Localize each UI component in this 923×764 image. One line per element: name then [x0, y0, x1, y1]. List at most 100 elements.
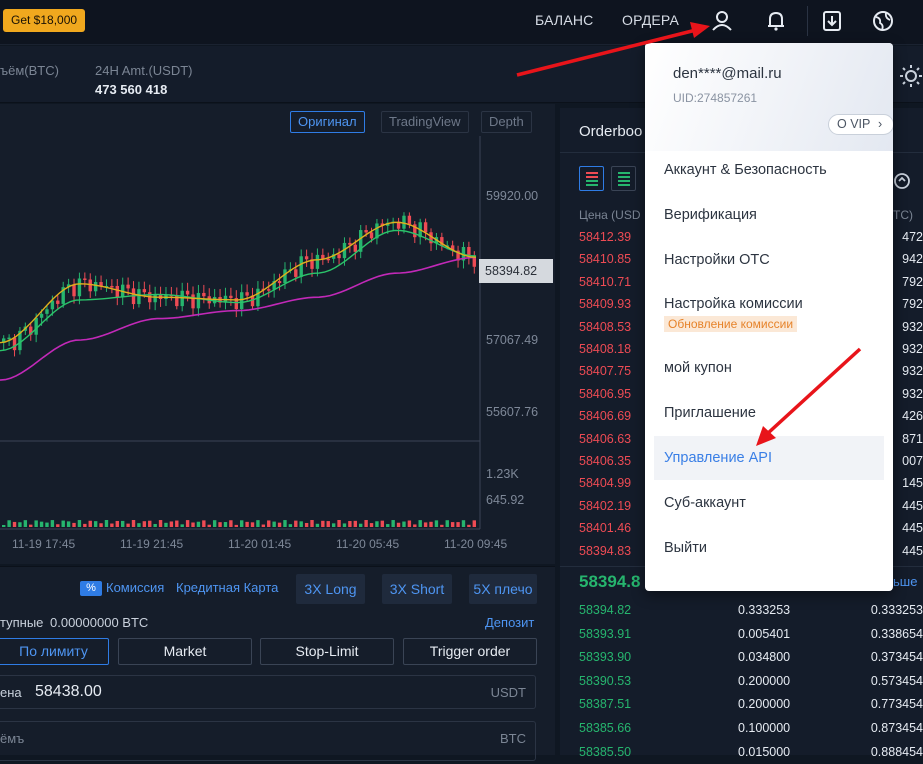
vip-badge[interactable]: O VIP ›	[828, 114, 893, 135]
candle-body	[56, 300, 60, 304]
volume-bar	[386, 524, 390, 527]
candle-body	[83, 278, 87, 280]
orderbook-bid-row[interactable]: 58385.50 0.015000 0.888454	[560, 742, 923, 764]
commission-link[interactable]: Комиссия	[106, 580, 164, 595]
available-value: 0.00000000 BTC	[50, 615, 149, 630]
percent-icon: %	[80, 581, 102, 596]
volume-bar	[18, 522, 22, 527]
deposit-link[interactable]: Депозит	[485, 615, 534, 630]
menu-item-invitation[interactable]: Приглашение	[654, 391, 884, 435]
ask-price: 58394.83	[579, 543, 632, 558]
orderbook-more-link[interactable]: ьше	[893, 574, 917, 589]
price-axis-tick: 59920.00	[486, 189, 539, 203]
volume-bar	[429, 521, 433, 527]
order-type-stop-limit-button[interactable]: Stop-Limit	[260, 638, 394, 665]
volume-bar	[142, 521, 147, 527]
ask-price: 58409.93	[579, 297, 632, 312]
candle-body	[12, 337, 17, 351]
menu-item-otc-settings[interactable]: Настройки ОТС	[654, 238, 884, 282]
volume-bar	[315, 523, 320, 527]
orderbook-view-bids-icon[interactable]	[611, 166, 636, 191]
volume-bar	[250, 522, 255, 527]
volume-bar	[202, 520, 206, 527]
orderbook-view-both-icon[interactable]	[579, 166, 604, 191]
ask-price: 58401.46	[579, 521, 632, 536]
bid-amount: 0.333253	[738, 603, 791, 617]
leverage-5x-button[interactable]: 5X плечо	[469, 574, 537, 604]
globe-icon[interactable]	[870, 8, 896, 34]
bid-total: 0.373454	[870, 650, 923, 665]
orderbook-bid-row[interactable]: 58387.51 0.200000 0.773454	[560, 694, 923, 716]
menu-item-sub-account[interactable]: Суб-аккаунт	[654, 481, 884, 525]
volume-bar	[153, 523, 157, 527]
bid-total: 0.573454	[870, 673, 923, 688]
order-type-market-button[interactable]: Market	[118, 638, 252, 665]
candlestick-chart[interactable]	[0, 104, 555, 564]
volume-bar	[418, 520, 422, 527]
credit-card-link[interactable]: Кредитная Карта	[176, 580, 278, 595]
leverage-3x-long-button[interactable]: 3X Long	[296, 574, 365, 604]
menu-item-my-coupon[interactable]: мой купон	[654, 346, 884, 390]
bell-icon[interactable]	[763, 8, 789, 34]
nav-balance-link[interactable]: БАЛАНС	[535, 12, 593, 28]
orderbook-bid-row[interactable]: 58394.82 0.333253 0.333253	[560, 600, 923, 622]
volume-bar	[158, 520, 163, 527]
volume-bar	[196, 521, 201, 527]
user-icon[interactable]	[709, 8, 735, 34]
amount-field[interactable]: ёмъ BTC	[0, 721, 536, 761]
volume-bar	[321, 520, 325, 527]
volume-bar	[34, 520, 38, 527]
price-field[interactable]: ена 58438.00 USDT	[0, 675, 536, 709]
volume-bar	[88, 520, 92, 527]
orderbook-bid-row[interactable]: 58390.53 0.200000 0.573454	[560, 671, 923, 693]
current-price-tag: 58394.82	[479, 259, 553, 283]
menu-item-verification[interactable]: Верификация	[654, 193, 884, 237]
volume-bar	[461, 520, 466, 527]
time-axis-tick: 11-19 17:45	[12, 537, 76, 551]
candle-body	[34, 317, 38, 335]
volume-bar	[310, 520, 314, 527]
volume-bar	[61, 520, 65, 527]
candle-body	[196, 292, 201, 309]
promo-button[interactable]: Get $18,000	[3, 9, 86, 32]
order-type-limit-button[interactable]: По лимиту	[0, 638, 109, 665]
menu-item-logout[interactable]: Выйти	[654, 526, 884, 570]
candle-body	[229, 295, 233, 299]
nav-orders-link[interactable]: ОРДЕРА	[622, 12, 679, 28]
menu-item-commission-settings[interactable]: Настройка комиссии Обновление комиссии	[654, 283, 884, 333]
orderbook-bid-row[interactable]: 58385.66 0.100000 0.873454	[560, 718, 923, 740]
order-type-trigger-button[interactable]: Trigger order	[403, 638, 537, 665]
orderbook-settings-icon[interactable]	[891, 170, 913, 192]
volume-bar	[299, 521, 303, 527]
volume-bar	[407, 520, 412, 527]
menu-item-api-management[interactable]: Управление API	[654, 436, 884, 480]
volume-bar	[45, 522, 49, 527]
orderbook-bid-row[interactable]: 58393.90 0.034800 0.373454	[560, 647, 923, 669]
volume-bar	[261, 524, 266, 527]
menu-item-account-security[interactable]: Аккаунт & Безопасность	[654, 148, 884, 192]
candle-body	[202, 292, 206, 297]
ask-price: 58406.69	[579, 409, 632, 424]
theme-icon[interactable]	[893, 63, 923, 89]
volume-bar	[50, 520, 55, 527]
download-icon[interactable]	[819, 8, 845, 34]
orderbook-last-price: 58394.8	[579, 572, 641, 591]
commission-update-badge: Обновление комиссии	[664, 316, 798, 332]
leverage-3x-short-button[interactable]: 3X Short	[382, 574, 452, 604]
volume-bar	[175, 520, 179, 527]
candle-body	[321, 254, 325, 259]
ask-price: 58410.71	[579, 274, 632, 289]
candle-body	[72, 284, 76, 297]
volume-bar	[369, 523, 374, 527]
bid-price: 58393.90	[579, 650, 632, 665]
candle-body	[77, 278, 82, 297]
price-field-unit: USDT	[490, 685, 526, 700]
price-field-value[interactable]: 58438.00	[35, 683, 102, 701]
volume-bar	[23, 520, 28, 527]
candle-body	[337, 254, 341, 259]
volume-bar	[353, 520, 357, 527]
top-navigation-bar: Get $18,000 БАЛАНС ОРДЕРА	[0, 0, 923, 45]
ask-price: 58408.53	[579, 319, 632, 334]
orderbook-bid-row[interactable]: 58393.91 0.005401 0.338654	[560, 624, 923, 646]
candle-body	[240, 292, 244, 310]
